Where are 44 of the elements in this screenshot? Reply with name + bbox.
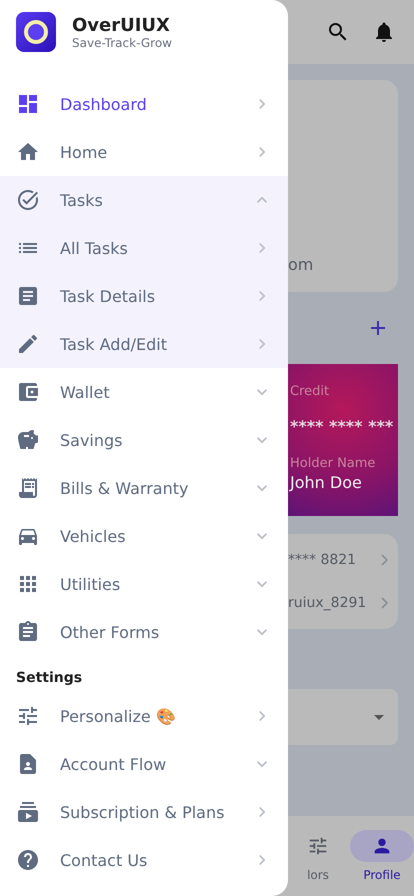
card-number: **** **** *** [290, 417, 394, 436]
piggy-bank-icon [16, 428, 40, 452]
menu-item[interactable]: Wallet [0, 368, 288, 416]
subscriptions-icon [16, 800, 40, 824]
nav-tab[interactable]: lors [286, 816, 350, 896]
holder-name: John Doe [290, 473, 362, 492]
card-text: om [288, 255, 314, 274]
chevron-right-icon [381, 597, 388, 610]
menu-item[interactable]: Other Forms [0, 608, 288, 656]
sliders-icon [16, 704, 40, 728]
wallet-icon [16, 380, 40, 404]
help-icon [16, 848, 40, 872]
section-title: Settings [15, 669, 84, 688]
sliders-icon [307, 835, 329, 857]
menu-item[interactable]: Subscription & Plans [0, 788, 288, 836]
logo-icon [16, 12, 56, 52]
menu-item[interactable]: Savings [0, 416, 288, 464]
menu-item[interactable]: Bills & Warranty [0, 464, 288, 512]
clipboard-icon [16, 620, 40, 644]
menu-item[interactable]: Utilities [0, 560, 288, 608]
card-type: Credit [290, 384, 330, 399]
menu-item[interactable]: Task Details [0, 272, 288, 320]
caret-icon [374, 714, 384, 720]
menu-item[interactable]: All Tasks [0, 224, 288, 272]
pencil-icon [16, 332, 40, 356]
document-icon [16, 284, 40, 308]
dropdown-field[interactable] [288, 689, 398, 745]
menu-item[interactable]: Home [0, 128, 288, 176]
account-text[interactable]: **** 8821 [288, 552, 356, 568]
menu-item[interactable]: Task Add/Edit [0, 320, 288, 368]
menu-item[interactable]: Vehicles [0, 512, 288, 560]
chevron-right-icon [381, 554, 388, 566]
nav-tab[interactable]: Profile [350, 816, 414, 896]
holder-label: Holder Name [290, 456, 376, 471]
menu-item[interactable]: Personalize 🎨 [0, 692, 288, 740]
dashboard-icon [16, 92, 40, 116]
brand-name: OverUIUX [72, 14, 171, 36]
menu-item[interactable]: Tasks [0, 176, 288, 224]
menu-item[interactable]: Account Flow [0, 740, 288, 788]
brand-tagline: Save-Track-Grow [72, 36, 172, 50]
account-text[interactable]: ruiux_8291 [288, 595, 366, 612]
menu-item[interactable]: Dashboard [0, 80, 288, 128]
menu-item[interactable]: Contact Us [0, 836, 288, 884]
receipt-icon [16, 476, 40, 500]
